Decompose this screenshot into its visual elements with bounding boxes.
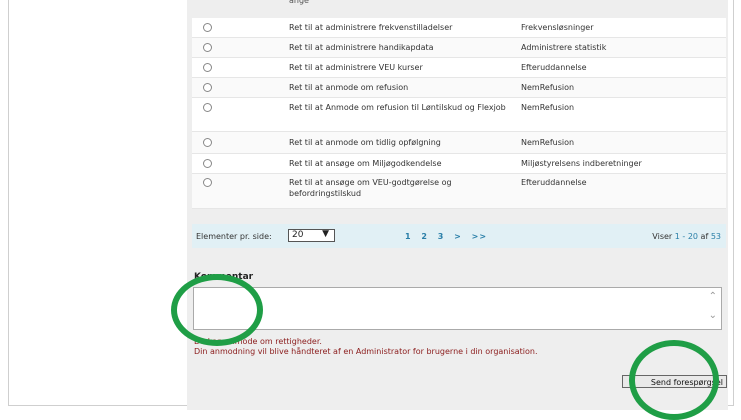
right-name: Ret til at administrere handikapdata [289, 43, 434, 52]
page-size-value: 20 [292, 230, 304, 240]
radio-button[interactable] [203, 138, 212, 147]
chevron-down-icon: ▼ [322, 229, 329, 239]
right-category: Frekvensløsninger [521, 23, 594, 32]
radio-button[interactable] [203, 159, 212, 168]
right-category: Efteruddannelse [521, 63, 587, 72]
right-category: Efteruddannelse [521, 178, 587, 187]
radio-button[interactable] [203, 178, 212, 187]
scroll-up-icon[interactable]: ⌃ [709, 291, 717, 302]
results-prefix: Viser [652, 232, 673, 241]
table-row[interactable]: Ret til at ansøge om Miljøgodkendelse Mil… [192, 154, 726, 174]
right-name: Ret til at ansøge om VEU-godtgørelse og … [289, 178, 452, 198]
right-category: NemRefusion [521, 103, 575, 112]
comment-textarea[interactable]: ⌃ ⌄ [193, 287, 722, 330]
right-category: NemRefusion [521, 83, 575, 92]
left-border [8, 0, 9, 405]
note-line-1: Du kan anmode om rettigheder. [194, 337, 322, 346]
page-size-label: Elementer pr. side: [196, 232, 272, 241]
right-name: Ret til at administrere frekvenstilladel… [289, 23, 453, 32]
highlight-circle-send [629, 340, 719, 420]
results-of: af [700, 232, 709, 241]
radio-button[interactable] [203, 103, 212, 112]
page-link-next[interactable]: > [454, 232, 462, 241]
highlight-circle-comment [171, 274, 263, 346]
table-row[interactable]: Ret til at administrere handikapdata Admi… [192, 38, 726, 58]
page-links: 1 2 3 > >> [405, 232, 493, 241]
page-size-select[interactable]: 20 ▼ [288, 229, 335, 242]
pagination-bar: Elementer pr. side: 20 ▼ 1 2 3 > >> Vise… [192, 224, 726, 248]
radio-button[interactable] [203, 43, 212, 52]
results-count: Viser 1 - 20 af 53 [652, 232, 721, 241]
table-row[interactable]: Ret til at administrere VEU kurser Efteru… [192, 58, 726, 78]
request-note: Du kan anmode om rettigheder. Din anmodn… [194, 337, 538, 357]
table-row[interactable]: Ret til at Anmode om refusion til Løntil… [192, 98, 726, 132]
radio-button[interactable] [203, 63, 212, 72]
rights-table: Ret til at administrere frekvenstilladel… [192, 18, 726, 209]
right-name: Ret til at Anmode om refusion til Løntil… [289, 103, 506, 112]
radio-button[interactable] [203, 83, 212, 92]
right-name: Ret til at anmode om tidlig opfølgning [289, 138, 441, 147]
right-category: Administrere statistik [521, 43, 607, 52]
page-link-3[interactable]: 3 [438, 232, 445, 241]
results-range: 1 - 20 [674, 232, 698, 241]
results-total: 53 [710, 232, 721, 241]
right-category: Miljøstyrelsens indberetninger [521, 159, 642, 168]
page-link-last[interactable]: >> [472, 232, 487, 241]
right-name: Ret til at ansøge om Miljøgodkendelse [289, 159, 442, 168]
table-row[interactable]: Ret til at administrere frekvenstilladel… [192, 18, 726, 38]
page-link-2[interactable]: 2 [421, 232, 428, 241]
right-name: Ret til at anmode om refusion [289, 83, 409, 92]
right-category: NemRefusion [521, 138, 575, 147]
scroll-down-icon[interactable]: ⌄ [709, 310, 717, 321]
radio-button[interactable] [203, 23, 212, 32]
right-name: Ret til at administrere VEU kurser [289, 63, 423, 72]
cut-off-row-text: ange [289, 0, 309, 5]
note-line-2: Din anmodning vil blive håndteret af en … [194, 347, 538, 356]
table-row[interactable]: Ret til at anmode om tidlig opfølgning Ne… [192, 132, 726, 154]
right-border [733, 0, 734, 405]
table-row[interactable]: Ret til at anmode om refusion NemRefusion [192, 78, 726, 98]
page-link-1[interactable]: 1 [405, 232, 412, 241]
table-row[interactable]: Ret til at ansøge om VEU-godtgørelse og … [192, 174, 726, 209]
